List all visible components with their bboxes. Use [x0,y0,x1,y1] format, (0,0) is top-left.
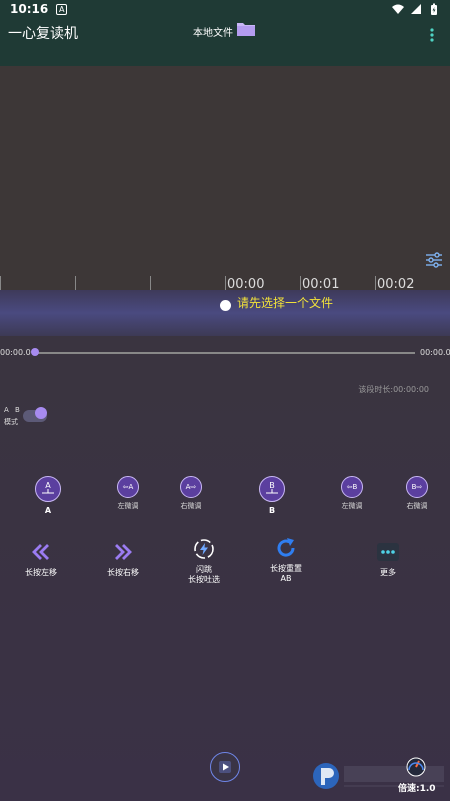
switch-thumb[interactable] [35,407,47,419]
flash-jump-button[interactable]: 闪跳 长按吐选 [181,537,227,585]
action-label: 长按左移 [25,568,57,577]
segment-duration: 该段时长:00:00:00 [358,385,429,394]
more-horiz-icon [377,543,399,561]
current-time: 00:00.0 [0,348,31,357]
svg-text:A: A [45,481,51,490]
double-chevron-left-icon [32,544,49,560]
action-label: 长按重置 [270,564,302,573]
ab-mode-toggle[interactable]: A B 模式 [4,406,54,428]
a-left-adjust-button[interactable]: ⇦A 左微调 [106,476,150,511]
equalizer-settings-icon[interactable] [425,251,443,269]
total-time: 00:00.0 [420,348,450,357]
ab-control-label: 右微调 [180,502,202,510]
svg-text:B: B [269,481,275,490]
a-left-icon: ⇦A [117,476,139,498]
folder-icon[interactable] [236,21,256,37]
action-label: 长按吐选 [188,575,220,584]
set-a-button[interactable]: A A [30,476,66,515]
action-label: AB [280,574,292,583]
status-time: 10:16 [10,2,49,16]
flash-jump-icon [194,539,214,559]
battery-icon [431,3,437,15]
action-label: 长按右移 [107,568,139,577]
ab-control-label: 右微调 [406,502,428,510]
more-vert-icon[interactable] [424,24,440,44]
double-chevron-right-icon [115,544,132,560]
seekbar-thumb[interactable] [31,348,39,356]
action-label: 更多 [380,568,396,577]
waveform-view[interactable]: 请先选择一个文件 [0,290,450,336]
ab-mode-letters: A B [4,406,22,414]
play-button[interactable] [210,752,240,782]
more-button[interactable]: 更多 [365,540,411,578]
b-left-adjust-button[interactable]: ⇦B 左微调 [330,476,374,511]
ab-mode-label: 模式 [4,418,18,426]
select-file-message: 请先选择一个文件 [237,296,334,310]
ruler-tick [225,276,226,290]
status-bar: 10:16 A [0,0,450,18]
play-icon [219,761,231,773]
refresh-icon [277,538,295,557]
ruler-tick [300,276,301,290]
a-right-icon: A⇨ [180,476,202,498]
ruler-tick [0,276,1,290]
wifi-icon [392,4,404,14]
reset-ab-button[interactable]: 长按重置 AB [263,536,309,584]
seekbar-track[interactable] [35,352,415,354]
action-label: 闪跳 [196,565,212,574]
ab-control-label: 左微调 [341,502,363,510]
a-point-icon: A [35,476,61,502]
app-toolbar: 一心复读机 本地文件 [0,18,450,66]
ruler-tick [150,276,151,290]
speed-gauge-icon[interactable] [405,756,427,778]
b-left-icon: ⇦B [341,476,363,498]
move-left-button[interactable]: 长按左移 [18,540,64,578]
a-right-adjust-button[interactable]: A⇨ 右微调 [169,476,213,511]
ab-control-label: 左微调 [117,502,139,510]
ruler-tick [375,276,376,290]
b-right-icon: B⇨ [406,476,428,498]
seekbar-row: 00:00.0 00:00.0 [0,345,450,361]
video-player-area[interactable] [0,66,450,276]
set-b-button[interactable]: B B [254,476,290,515]
app-title: 一心复读机 [8,26,78,42]
local-file-button[interactable]: 本地文件 [193,24,233,39]
ab-control-label: B [268,506,276,515]
speed-label[interactable]: 倍速:1.0 [398,781,436,794]
move-right-button[interactable]: 长按右移 [100,540,146,578]
ruler-tick [75,276,76,290]
b-right-adjust-button[interactable]: B⇨ 右微调 [395,476,439,511]
signal-icon [411,4,421,14]
notification-badge: A [56,3,68,15]
b-point-icon: B [259,476,285,502]
playhead-dot [220,300,231,311]
ab-control-label: A [44,506,52,515]
